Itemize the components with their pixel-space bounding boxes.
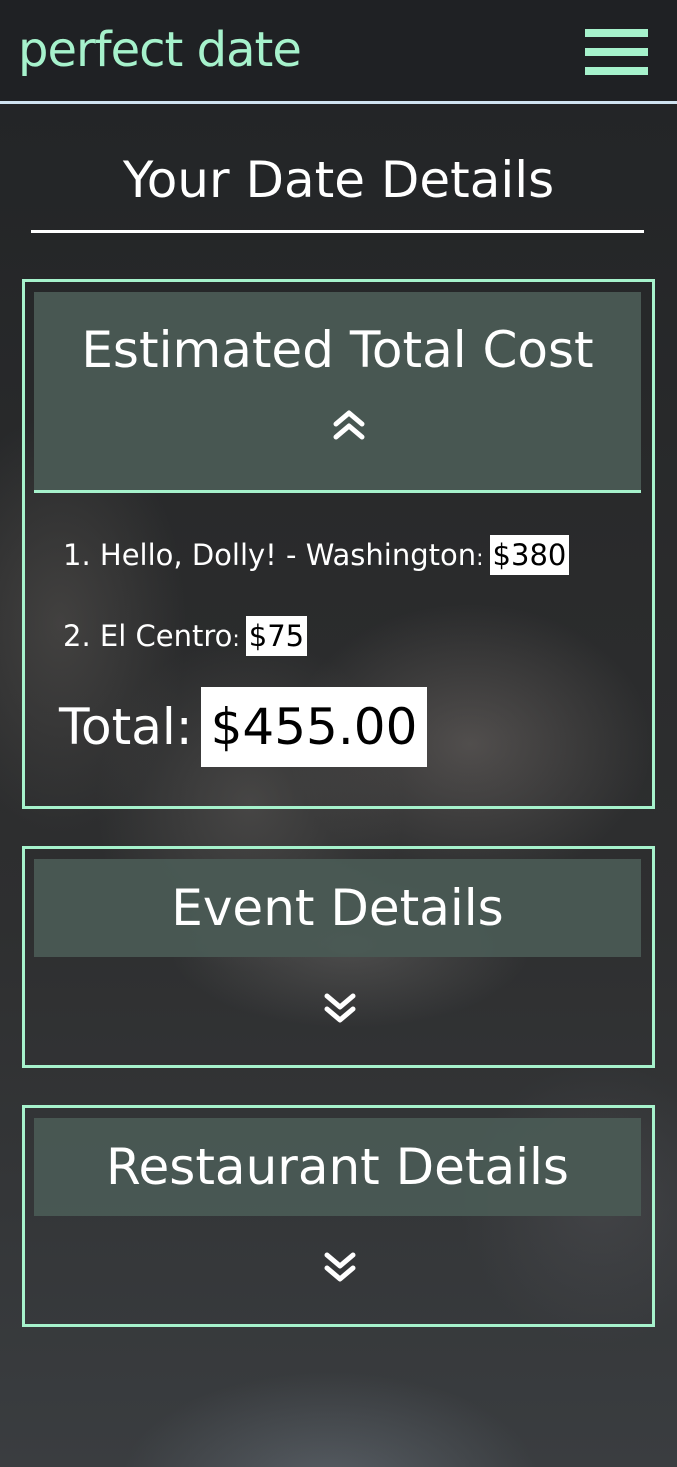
cost-item-2: 2. El Centro: $75 bbox=[63, 616, 308, 660]
event-card-header[interactable]: Event Details bbox=[34, 859, 641, 957]
cost-item-label: 1. Hello, Dolly! - Washington bbox=[63, 538, 477, 572]
cost-item-1: 1. Hello, Dolly! - Washington: $380 bbox=[63, 535, 570, 579]
hamburger-menu-icon[interactable] bbox=[585, 29, 648, 75]
cost-card: Estimated Total Cost 1. Hello, Dolly! - … bbox=[22, 279, 655, 809]
event-card: Event Details bbox=[22, 846, 655, 1068]
chevron-double-up-icon[interactable] bbox=[332, 408, 366, 442]
navbar: perfect date bbox=[0, 0, 677, 104]
total-value: $455.00 bbox=[200, 687, 428, 767]
cost-card-header[interactable]: Estimated Total Cost bbox=[34, 292, 641, 493]
cost-item-price: $380 bbox=[489, 535, 570, 575]
chevron-double-down-icon[interactable] bbox=[323, 1250, 357, 1284]
page-title: Your Date Details bbox=[122, 151, 555, 209]
total-row: Total: $455.00 bbox=[59, 686, 428, 768]
cost-item-label: 2. El Centro bbox=[63, 619, 233, 653]
event-card-title: Event Details bbox=[171, 879, 504, 937]
cost-item-separator: : bbox=[232, 627, 240, 652]
title-divider bbox=[31, 230, 644, 233]
restaurant-card-header[interactable]: Restaurant Details bbox=[34, 1118, 641, 1216]
restaurant-card-title: Restaurant Details bbox=[106, 1138, 569, 1196]
chevron-double-down-icon[interactable] bbox=[323, 991, 357, 1025]
total-label: Total: bbox=[59, 698, 193, 756]
brand-logo[interactable]: perfect date bbox=[18, 18, 302, 82]
cost-item-price: $75 bbox=[245, 616, 308, 656]
cost-card-title: Estimated Total Cost bbox=[81, 321, 594, 379]
restaurant-card: Restaurant Details bbox=[22, 1105, 655, 1327]
cost-item-separator: : bbox=[476, 546, 484, 571]
